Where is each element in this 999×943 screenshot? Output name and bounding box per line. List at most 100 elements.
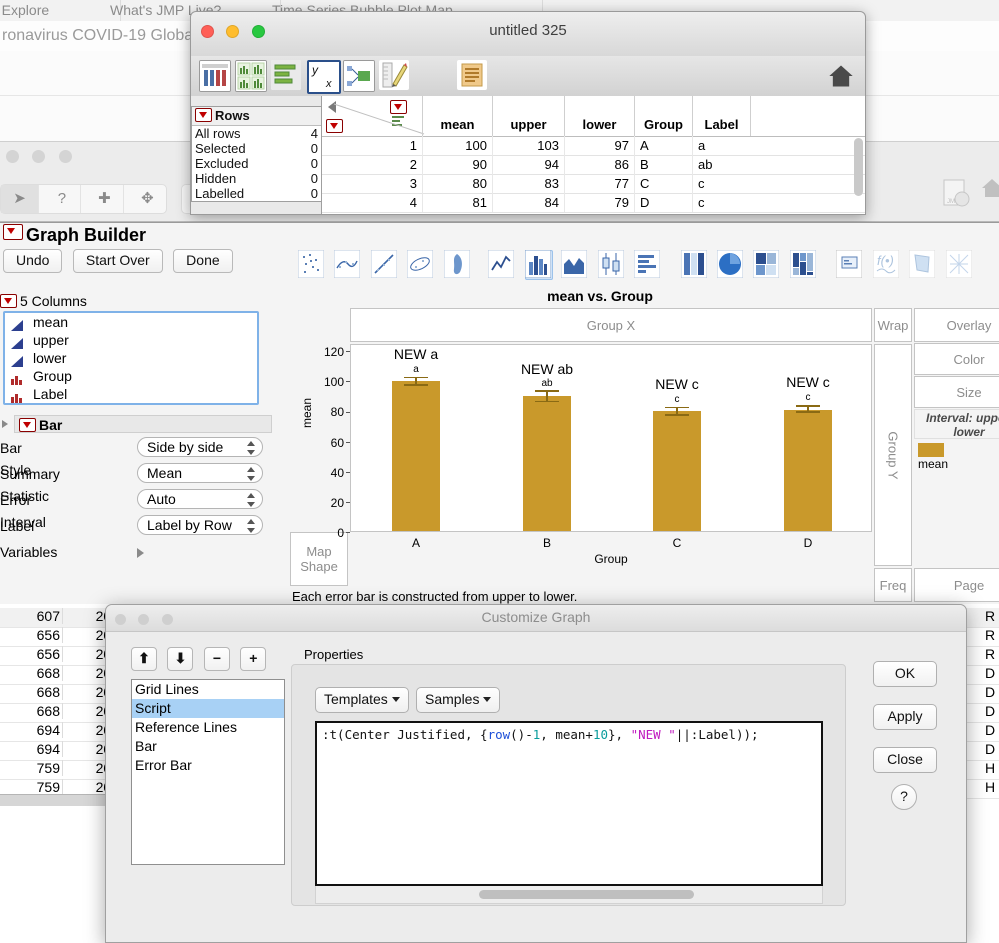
area-icon[interactable] <box>561 250 589 280</box>
columns-menu-icon[interactable] <box>0 294 17 308</box>
caption-box-icon[interactable] <box>836 250 864 280</box>
bar-panel-header[interactable]: Bar <box>14 415 272 433</box>
red-triangle-menu-icon[interactable] <box>3 224 23 240</box>
customize-graph-titlebar[interactable]: Customize Graph <box>106 605 966 632</box>
customize-properties-list[interactable]: Grid Lines Script Reference Lines Bar Er… <box>131 679 285 865</box>
smoother-icon[interactable] <box>334 250 362 280</box>
minimize-dot-icon[interactable] <box>32 150 46 163</box>
home-icon[interactable] <box>827 62 855 90</box>
cell-mean[interactable]: 80 <box>422 174 492 193</box>
scrollbar-thumb[interactable] <box>479 890 694 899</box>
start-over-button[interactable]: Start Over <box>72 249 163 273</box>
label-select[interactable]: Label by Row <box>137 515 263 535</box>
pie-icon[interactable] <box>716 250 745 280</box>
apply-button[interactable]: Apply <box>873 704 937 730</box>
data-table-titlebar[interactable]: untitled 325 <box>191 12 865 57</box>
done-button[interactable]: Done <box>173 249 233 273</box>
contour-icon[interactable] <box>443 250 472 280</box>
column-item-label[interactable]: Label <box>5 385 257 403</box>
remove-icon[interactable]: − <box>203 647 230 671</box>
legend-entry-mean[interactable]: mean <box>918 443 950 471</box>
table-row[interactable]: 3 80 83 77 C c <box>322 174 865 194</box>
fit-model-icon[interactable] <box>343 60 375 92</box>
stepper-icon[interactable] <box>247 519 255 533</box>
dropzone-overlay[interactable]: Overlay <box>914 308 999 342</box>
histogram-icon[interactable] <box>634 250 662 280</box>
stepper-icon[interactable] <box>247 493 255 507</box>
cell-lower[interactable]: 97 <box>564 136 634 155</box>
stepper-icon[interactable] <box>247 467 255 481</box>
column-header-label[interactable]: Label <box>692 96 750 136</box>
vertical-scrollbar[interactable] <box>854 138 863 196</box>
cell-group[interactable]: C <box>634 174 692 193</box>
summary-statistic-select[interactable]: Mean <box>137 463 263 483</box>
move-up-icon[interactable]: ⬆ <box>131 647 157 671</box>
column-item-lower[interactable]: lower <box>5 349 257 367</box>
column-header-upper[interactable]: upper <box>492 96 564 136</box>
cell-lower[interactable]: 86 <box>564 155 634 174</box>
column-item-upper[interactable]: upper <box>5 331 257 349</box>
fit-y-by-x-icon[interactable]: yx <box>307 60 341 94</box>
column-header-mean[interactable]: mean <box>422 96 492 136</box>
column-header-lower[interactable]: lower <box>564 96 634 136</box>
close-button[interactable]: Close <box>873 747 937 773</box>
cell-mean[interactable]: 81 <box>422 193 492 212</box>
arrow-pointer-icon[interactable]: ➤ <box>1 185 39 213</box>
bar-A[interactable] <box>392 381 440 531</box>
heatmap-icon[interactable] <box>680 250 709 280</box>
bar-style-select[interactable]: Side by side <box>137 437 263 457</box>
move-down-icon[interactable]: ⬇ <box>167 647 194 671</box>
list-item-reference-lines[interactable]: Reference Lines <box>132 718 284 737</box>
templates-dropdown[interactable]: Templates <box>315 687 409 713</box>
crosshair-icon[interactable]: ✚ <box>86 185 124 213</box>
dropzone-page[interactable]: Page <box>914 568 999 602</box>
columns-list[interactable]: mean upper lower Group Label <box>3 311 259 405</box>
table-row[interactable]: 1 100 103 97 A a <box>322 136 865 156</box>
cell-group[interactable]: A <box>634 136 692 155</box>
ok-button[interactable]: OK <box>873 661 937 687</box>
script-editor-icon[interactable] <box>379 60 409 90</box>
help-icon[interactable]: ? <box>43 185 82 213</box>
variables-expand-icon[interactable] <box>137 548 144 558</box>
background-journal-icon[interactable]: JMP <box>940 178 974 208</box>
undo-button[interactable]: Undo <box>3 249 63 273</box>
red-triangle-menu-icon[interactable] <box>19 418 36 432</box>
list-item-error-bar[interactable]: Error Bar <box>132 756 284 775</box>
script-editor[interactable]: :t(Center Justified, {row()-1, mean+10},… <box>315 721 823 886</box>
dropzone-wrap[interactable]: Wrap <box>874 308 912 342</box>
line-of-fit-icon[interactable] <box>370 250 399 280</box>
treemap-icon[interactable] <box>753 250 781 280</box>
cell-label[interactable]: a <box>692 136 750 155</box>
cell-label[interactable]: c <box>692 174 750 193</box>
formula-icon[interactable]: f(•) <box>872 250 901 280</box>
journal-icon[interactable] <box>457 60 487 90</box>
horizontal-scrollbar[interactable] <box>315 886 823 904</box>
cell-lower[interactable]: 77 <box>564 174 634 193</box>
column-item-mean[interactable]: mean <box>5 313 257 331</box>
box-plot-icon[interactable] <box>597 250 626 280</box>
cell-upper[interactable]: 94 <box>492 155 564 174</box>
cell-group[interactable]: D <box>634 193 692 212</box>
list-item-grid-lines[interactable]: Grid Lines <box>132 680 284 699</box>
bar-icon[interactable] <box>524 250 553 280</box>
cell-upper[interactable]: 103 <box>492 136 564 155</box>
dropzone-group-x[interactable]: Group X <box>350 308 872 342</box>
ellipse-icon[interactable] <box>407 250 435 280</box>
background-home-icon[interactable] <box>980 176 999 200</box>
parallel-plot-icon[interactable] <box>945 250 974 280</box>
help-icon[interactable]: ? <box>891 784 917 810</box>
column-item-group[interactable]: Group <box>5 367 257 385</box>
bar-B[interactable] <box>523 396 571 531</box>
bar-C[interactable] <box>653 411 701 531</box>
cell-mean[interactable]: 100 <box>422 136 492 155</box>
data-table-icon[interactable] <box>199 60 231 92</box>
dropzone-group-y[interactable]: Group Y <box>874 344 912 566</box>
zoom-dot-icon[interactable] <box>58 150 72 163</box>
error-interval-select[interactable]: Auto <box>137 489 263 509</box>
distribution-icon[interactable] <box>235 60 267 92</box>
dropzone-color[interactable]: Color <box>914 343 999 375</box>
cell-upper[interactable]: 83 <box>492 174 564 193</box>
table-row[interactable]: 4 81 84 79 D c <box>322 193 865 213</box>
column-header-group[interactable]: Group <box>634 96 692 136</box>
cell-mean[interactable]: 90 <box>422 155 492 174</box>
